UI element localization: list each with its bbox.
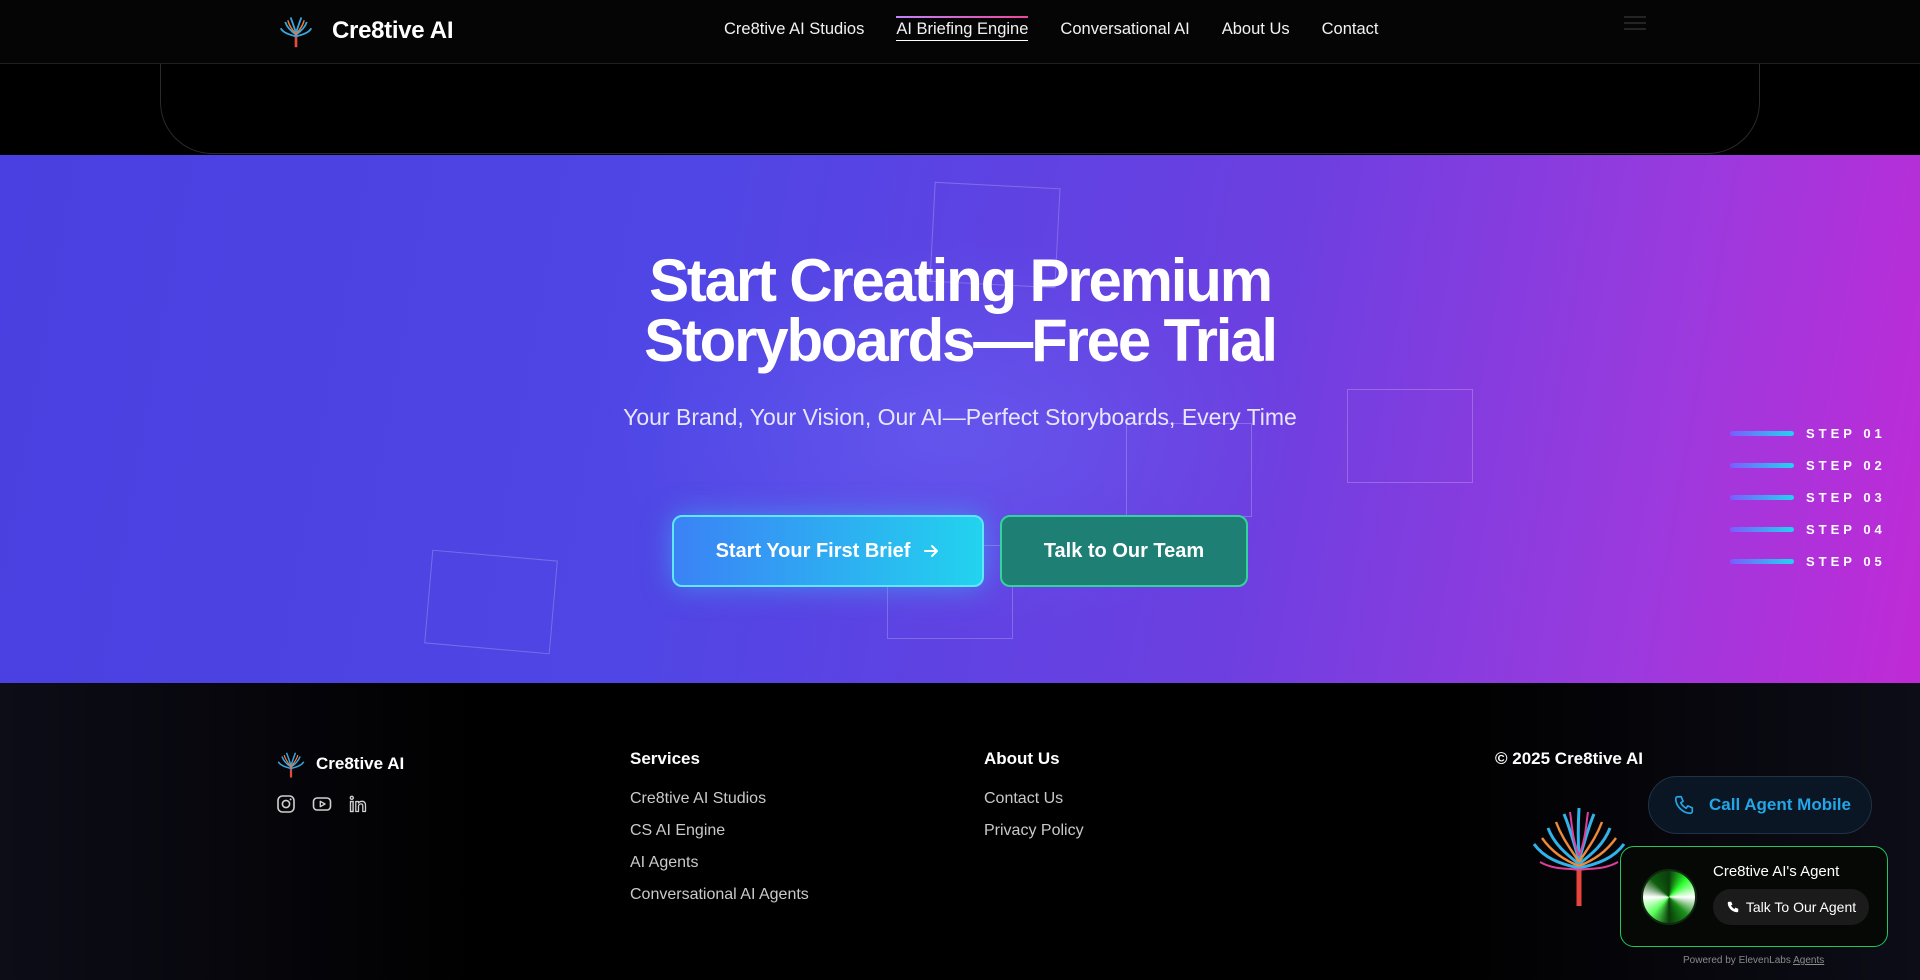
footer-link-conversational-agents[interactable]: Conversational AI Agents xyxy=(630,884,809,905)
footer-link-cs-ai-engine[interactable]: CS AI Engine xyxy=(630,820,809,841)
hero-title: Start Creating Premium Storyboards—Free … xyxy=(560,251,1360,371)
step-label: STEP 05 xyxy=(1806,553,1886,569)
step-item[interactable]: STEP 01 xyxy=(1730,417,1886,449)
arrow-right-icon xyxy=(924,545,939,557)
brand-logo-link[interactable]: Cre8tive AI xyxy=(278,13,454,49)
brand-name: Cre8tive AI xyxy=(332,17,454,44)
talk-to-agent-button[interactable]: Talk To Our Agent xyxy=(1713,889,1869,925)
nav-link-contact[interactable]: Contact xyxy=(1322,20,1379,39)
youtube-icon[interactable] xyxy=(312,794,332,814)
hero-title-line: Storyboards—Free Trial xyxy=(644,307,1278,374)
nav-link-briefing-engine[interactable]: AI Briefing Engine xyxy=(896,16,1029,41)
cta-hero-section: Start Creating Premium Storyboards—Free … xyxy=(0,155,1920,683)
tree-logo-icon xyxy=(279,17,313,48)
top-navigation: Cre8tive AI Cre8tive AI Studios AI Brief… xyxy=(0,0,1920,64)
decorative-square xyxy=(1347,389,1473,483)
tree-logo-icon xyxy=(277,752,305,778)
phone-icon xyxy=(1727,901,1739,913)
decorative-square xyxy=(424,549,558,655)
about-heading: About Us xyxy=(984,749,1060,768)
footer-brand[interactable]: Cre8tive AI xyxy=(276,749,404,779)
step-item[interactable]: STEP 05 xyxy=(1730,545,1886,577)
nav-link-about-us[interactable]: About Us xyxy=(1222,20,1290,39)
agent-avatar-orb xyxy=(1641,869,1697,925)
instagram-icon[interactable] xyxy=(276,794,296,814)
phone-icon xyxy=(1674,795,1694,815)
step-indicator: STEP 01 STEP 02 STEP 03 STEP 04 STEP 05 xyxy=(1730,417,1886,577)
step-bar xyxy=(1730,526,1794,532)
step-label: STEP 04 xyxy=(1806,521,1886,537)
decorative-square xyxy=(1126,423,1252,517)
powered-by-agents-link[interactable]: Agents xyxy=(1793,955,1824,966)
tree-illustration-icon xyxy=(1532,807,1626,906)
hero-title-line: Start Creating Premium xyxy=(649,247,1273,314)
step-label: STEP 03 xyxy=(1806,489,1886,505)
talk-to-team-label: Talk to Our Team xyxy=(1043,539,1205,562)
nav-link-studios[interactable]: Cre8tive AI Studios xyxy=(724,20,864,39)
services-heading: Services xyxy=(630,749,700,768)
hero-subtitle: Your Brand, Your Vision, Our AI—Perfect … xyxy=(623,404,1297,430)
call-agent-mobile-button[interactable]: Call Agent Mobile xyxy=(1648,776,1872,834)
step-bar xyxy=(1730,558,1794,564)
step-bar xyxy=(1730,494,1794,500)
talk-to-team-button[interactable]: Talk to Our Team xyxy=(1000,515,1248,587)
step-item[interactable]: STEP 04 xyxy=(1730,513,1886,545)
footer-link-ai-agents[interactable]: AI Agents xyxy=(630,852,809,873)
step-item[interactable]: STEP 02 xyxy=(1730,449,1886,481)
talk-to-agent-label: Talk To Our Agent xyxy=(1745,899,1857,915)
copyright-text: © 2025 Cre8tive AI xyxy=(1495,749,1643,768)
footer-about-column: About Us Contact Us Privacy Policy xyxy=(984,749,1084,852)
powered-by-prefix: Powered by ElevenLabs xyxy=(1683,955,1791,966)
step-item[interactable]: STEP 03 xyxy=(1730,481,1886,513)
footer-link-contact-us[interactable]: Contact Us xyxy=(984,788,1084,809)
agent-name: Cre8tive AI's Agent xyxy=(1713,863,1840,880)
nav-link-conversational-ai[interactable]: Conversational AI xyxy=(1060,20,1189,39)
site-footer: Cre8tive AI Services Cre8tive AI Studios… xyxy=(0,683,1920,980)
linkedin-icon[interactable] xyxy=(348,794,368,814)
footer-services-column: Services Cre8tive AI Studios CS AI Engin… xyxy=(630,749,809,916)
footer-link-privacy-policy[interactable]: Privacy Policy xyxy=(984,820,1084,841)
social-links xyxy=(276,794,368,814)
step-label: STEP 01 xyxy=(1806,425,1886,441)
step-label: STEP 02 xyxy=(1806,457,1886,473)
footer-link-studios[interactable]: Cre8tive AI Studios xyxy=(630,788,809,809)
start-first-brief-button[interactable]: Start Your First Brief xyxy=(672,515,984,587)
step-bar xyxy=(1730,430,1794,436)
step-bar xyxy=(1730,462,1794,468)
footer-brand-name: Cre8tive AI xyxy=(316,754,405,773)
menu-icon[interactable] xyxy=(1624,16,1646,32)
powered-by-text: Powered by ElevenLabs Agents xyxy=(1683,955,1824,966)
voice-agent-widget: Cre8tive AI's Agent Talk To Our Agent xyxy=(1620,846,1888,947)
start-first-brief-label: Start Your First Brief xyxy=(715,539,911,562)
section-divider xyxy=(0,24,1920,155)
nav-links: Cre8tive AI Studios AI Briefing Engine C… xyxy=(724,16,1379,41)
call-agent-mobile-label: Call Agent Mobile xyxy=(1709,795,1851,814)
